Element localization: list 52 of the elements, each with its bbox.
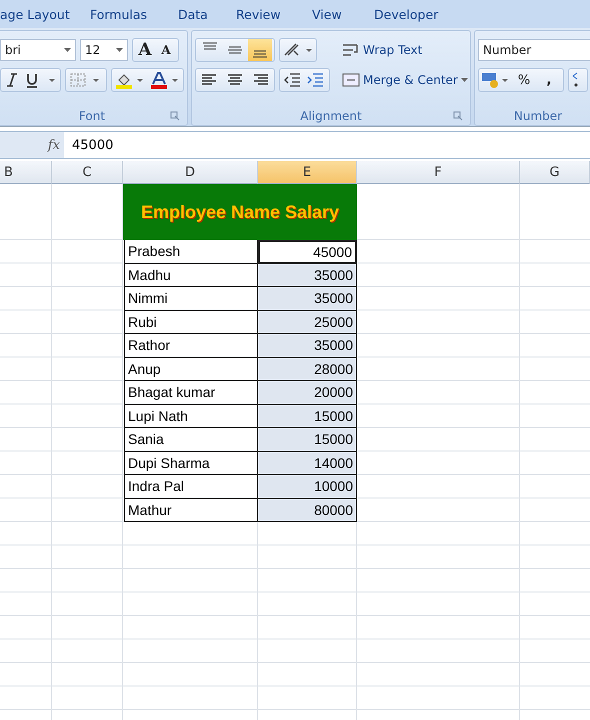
ribbon-tab[interactable]: Formulas xyxy=(90,6,178,22)
column-header[interactable]: G xyxy=(520,161,590,184)
merge-center-button[interactable]: Merge & Center xyxy=(342,65,468,95)
shrink-font-button[interactable]: A xyxy=(156,43,176,57)
formula-input[interactable]: 45000 xyxy=(64,132,114,158)
comma-button[interactable]: , xyxy=(537,72,561,88)
table-cell: 80000 xyxy=(258,498,357,522)
align-bottom-icon xyxy=(252,50,268,58)
table-cell: 35000 xyxy=(258,287,357,310)
font-name-field[interactable]: bri xyxy=(0,39,76,61)
ribbon-tab[interactable]: Developer xyxy=(374,6,438,22)
ribbon-tab[interactable]: View xyxy=(312,6,374,22)
table-cell: 15000 xyxy=(258,404,357,428)
align-top-icon xyxy=(202,42,218,50)
ribbon-tab[interactable]: Review xyxy=(236,6,312,22)
font-color-icon[interactable] xyxy=(149,71,181,89)
caret-icon xyxy=(64,48,71,52)
wrap-text-icon xyxy=(342,42,360,58)
table-cell: 10000 xyxy=(258,475,357,498)
bottom-align-button[interactable] xyxy=(248,39,272,61)
group-label: Alignment xyxy=(300,109,362,123)
insert-function-button[interactable]: fx xyxy=(0,132,64,158)
table-cell: 20000 xyxy=(258,381,357,404)
percent-button[interactable]: % xyxy=(512,72,536,88)
table-cell: 28000 xyxy=(258,358,357,381)
column-header[interactable]: C xyxy=(52,161,123,184)
number-format-field[interactable]: Number xyxy=(478,39,590,61)
table-cell: 35000 xyxy=(258,264,357,287)
group-label: Number xyxy=(514,109,562,123)
caret-icon xyxy=(460,78,468,82)
grow-font-button[interactable]: A xyxy=(135,40,155,60)
font-size-field[interactable]: 12 xyxy=(80,39,128,61)
dialog-launcher-icon[interactable] xyxy=(453,111,463,121)
column-header[interactable]: E xyxy=(258,161,357,184)
merge-cells-icon xyxy=(342,72,360,88)
table-cell: 14000 xyxy=(258,452,357,475)
column-header[interactable]: D xyxy=(123,161,258,184)
wrap-text-button[interactable]: Wrap Text xyxy=(342,35,468,65)
dialog-launcher-icon[interactable] xyxy=(170,111,180,121)
column-header[interactable]: B xyxy=(0,161,52,184)
table-cell: 25000 xyxy=(258,310,357,334)
table-cell: 45000 xyxy=(258,240,357,264)
currency-icon[interactable] xyxy=(481,71,511,89)
column-header[interactable]: F xyxy=(357,161,520,184)
table-title: Employee Name Salary xyxy=(123,184,357,240)
caret-icon xyxy=(116,48,123,52)
table-cell: 35000 xyxy=(258,334,357,358)
ribbon-tab[interactable]: Data xyxy=(178,6,236,22)
group-label: Font xyxy=(78,109,106,123)
table-cell: 15000 xyxy=(258,428,357,452)
ribbon-tab[interactable]: age Layout xyxy=(0,6,90,22)
align-middle-icon xyxy=(227,46,243,54)
